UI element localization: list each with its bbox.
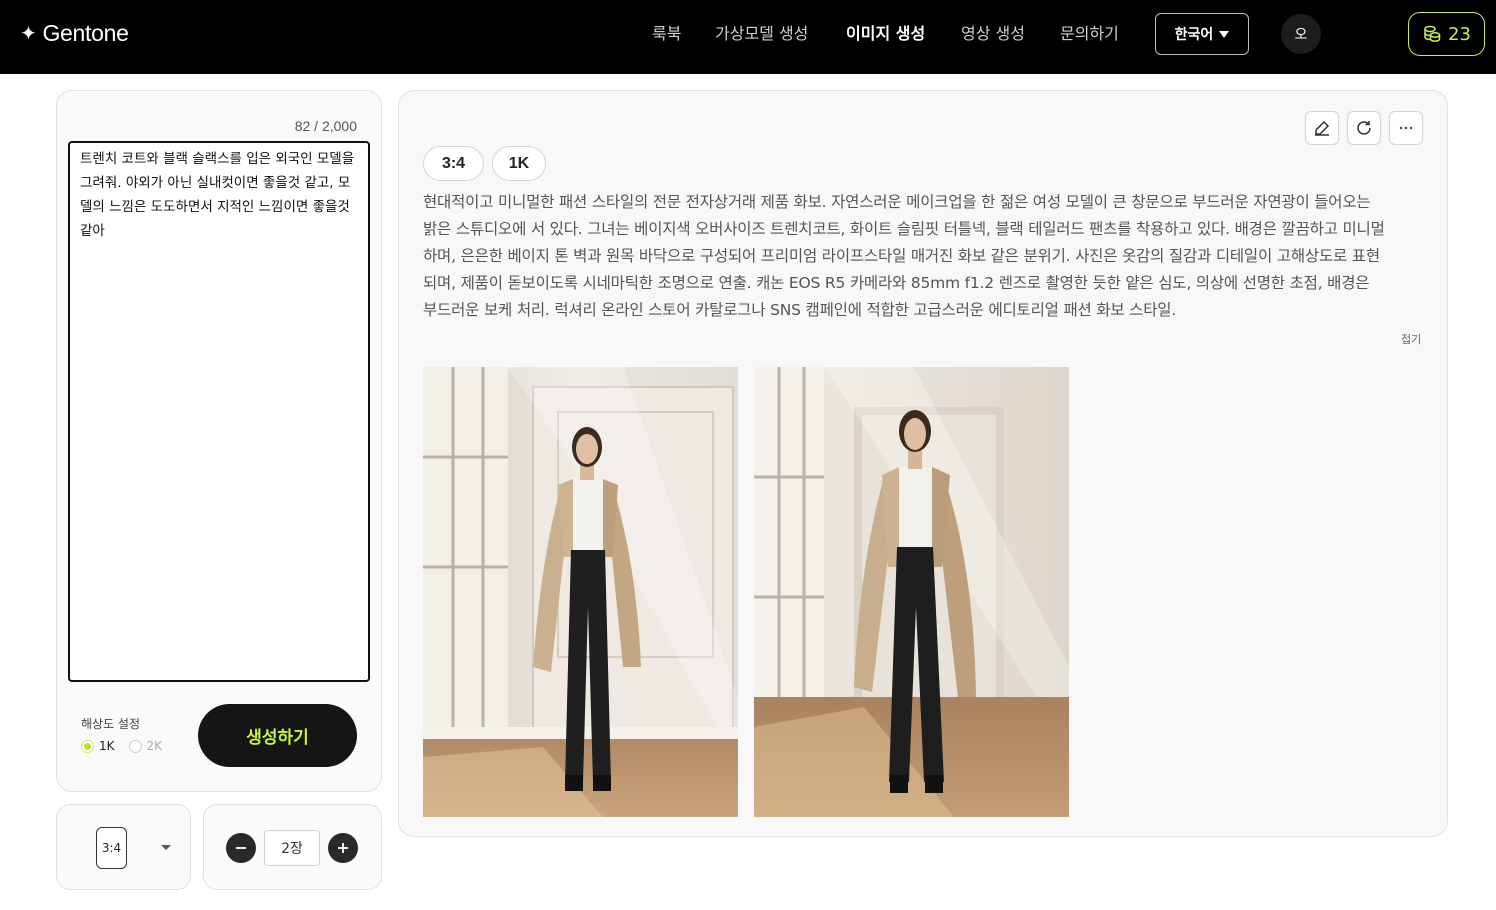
resolution-label: 해상도 설정 (81, 717, 141, 731)
sparkle-icon: ✦ (20, 23, 37, 45)
edit-button[interactable] (1305, 111, 1339, 145)
resolution-2k-radio[interactable]: 2K (128, 739, 163, 753)
language-label: 한국어 (1174, 27, 1214, 43)
generate-button[interactable]: 생성하기 (198, 704, 357, 767)
chevron-down-icon (1219, 30, 1230, 38)
regenerate-button[interactable] (1347, 111, 1381, 145)
coins-icon (1424, 25, 1441, 42)
resolution-2k-label: 2K (146, 739, 163, 753)
language-select[interactable]: 한국어 (1155, 13, 1249, 55)
fold-button[interactable]: 접기 (1401, 331, 1421, 347)
radio-unselected-icon (128, 739, 142, 753)
refresh-icon (1357, 121, 1371, 135)
nav-lookbook[interactable]: 룩북 (652, 22, 681, 46)
nav-virtual-model[interactable]: 가상모델 생성 (715, 22, 808, 46)
nav-video-generation[interactable]: 영상 생성 (961, 22, 1025, 46)
resolution-1k-label: 1K (99, 739, 115, 753)
logo[interactable]: ✦ Gentone (20, 20, 129, 47)
radio-selected-icon (81, 739, 94, 753)
prompt-description: 현대적이고 미니멀한 패션 스타일의 전문 전자상거래 제품 화보. 자연스러운… (423, 193, 1385, 319)
prompt-panel: 82 / 2,000 트렌치 코트와 블랙 슬랙스를 입은 외국인 모델을 그려… (56, 90, 382, 792)
resolution-tag: 1K (492, 146, 546, 181)
fashion-photo-2 (754, 367, 1069, 817)
credits-button[interactable]: 23 (1408, 12, 1485, 56)
plus-icon (338, 843, 348, 853)
image-count-control: 2장 (203, 804, 382, 890)
image-count-value[interactable]: 2장 (264, 830, 320, 866)
minus-icon (236, 847, 246, 849)
logo-text: Gentone (42, 20, 129, 46)
generated-image-2[interactable] (754, 367, 1069, 817)
increment-button[interactable] (328, 833, 358, 863)
ratio-control: 3:4 (56, 804, 191, 890)
ratio-select[interactable]: 3:4 (96, 827, 127, 869)
nav-image-generation[interactable]: 이미지 생성 (846, 22, 925, 46)
top-nav-bar: ✦ Gentone 룩북 가상모델 생성 이미지 생성 영상 생성 문의하기 한… (0, 0, 1496, 74)
avatar[interactable]: 오 (1281, 14, 1321, 54)
more-icon (1399, 126, 1413, 130)
decrement-button[interactable] (226, 833, 256, 863)
resolution-1k-radio[interactable]: 1K (81, 739, 115, 753)
chevron-down-icon[interactable] (161, 845, 171, 850)
nav-contact[interactable]: 문의하기 (1060, 22, 1119, 46)
generated-image-1[interactable] (423, 367, 738, 817)
fashion-photo-1 (423, 367, 738, 817)
edit-icon (1315, 120, 1330, 136)
more-options-button[interactable] (1389, 111, 1423, 145)
resolution-options: 1K 2K (81, 739, 162, 753)
credits-count: 23 (1448, 23, 1471, 45)
result-panel: 3:4 1K 현대적이고 미니멀한 패션 스타일의 전문 전자상거래 제품 화보… (398, 90, 1448, 837)
ratio-tag: 3:4 (423, 146, 484, 181)
char-counter: 82 / 2,000 (294, 118, 357, 134)
prompt-textarea[interactable]: 트렌치 코트와 블랙 슬랙스를 입은 외국인 모델을 그려줘. 야외가 아닌 실… (68, 141, 370, 682)
